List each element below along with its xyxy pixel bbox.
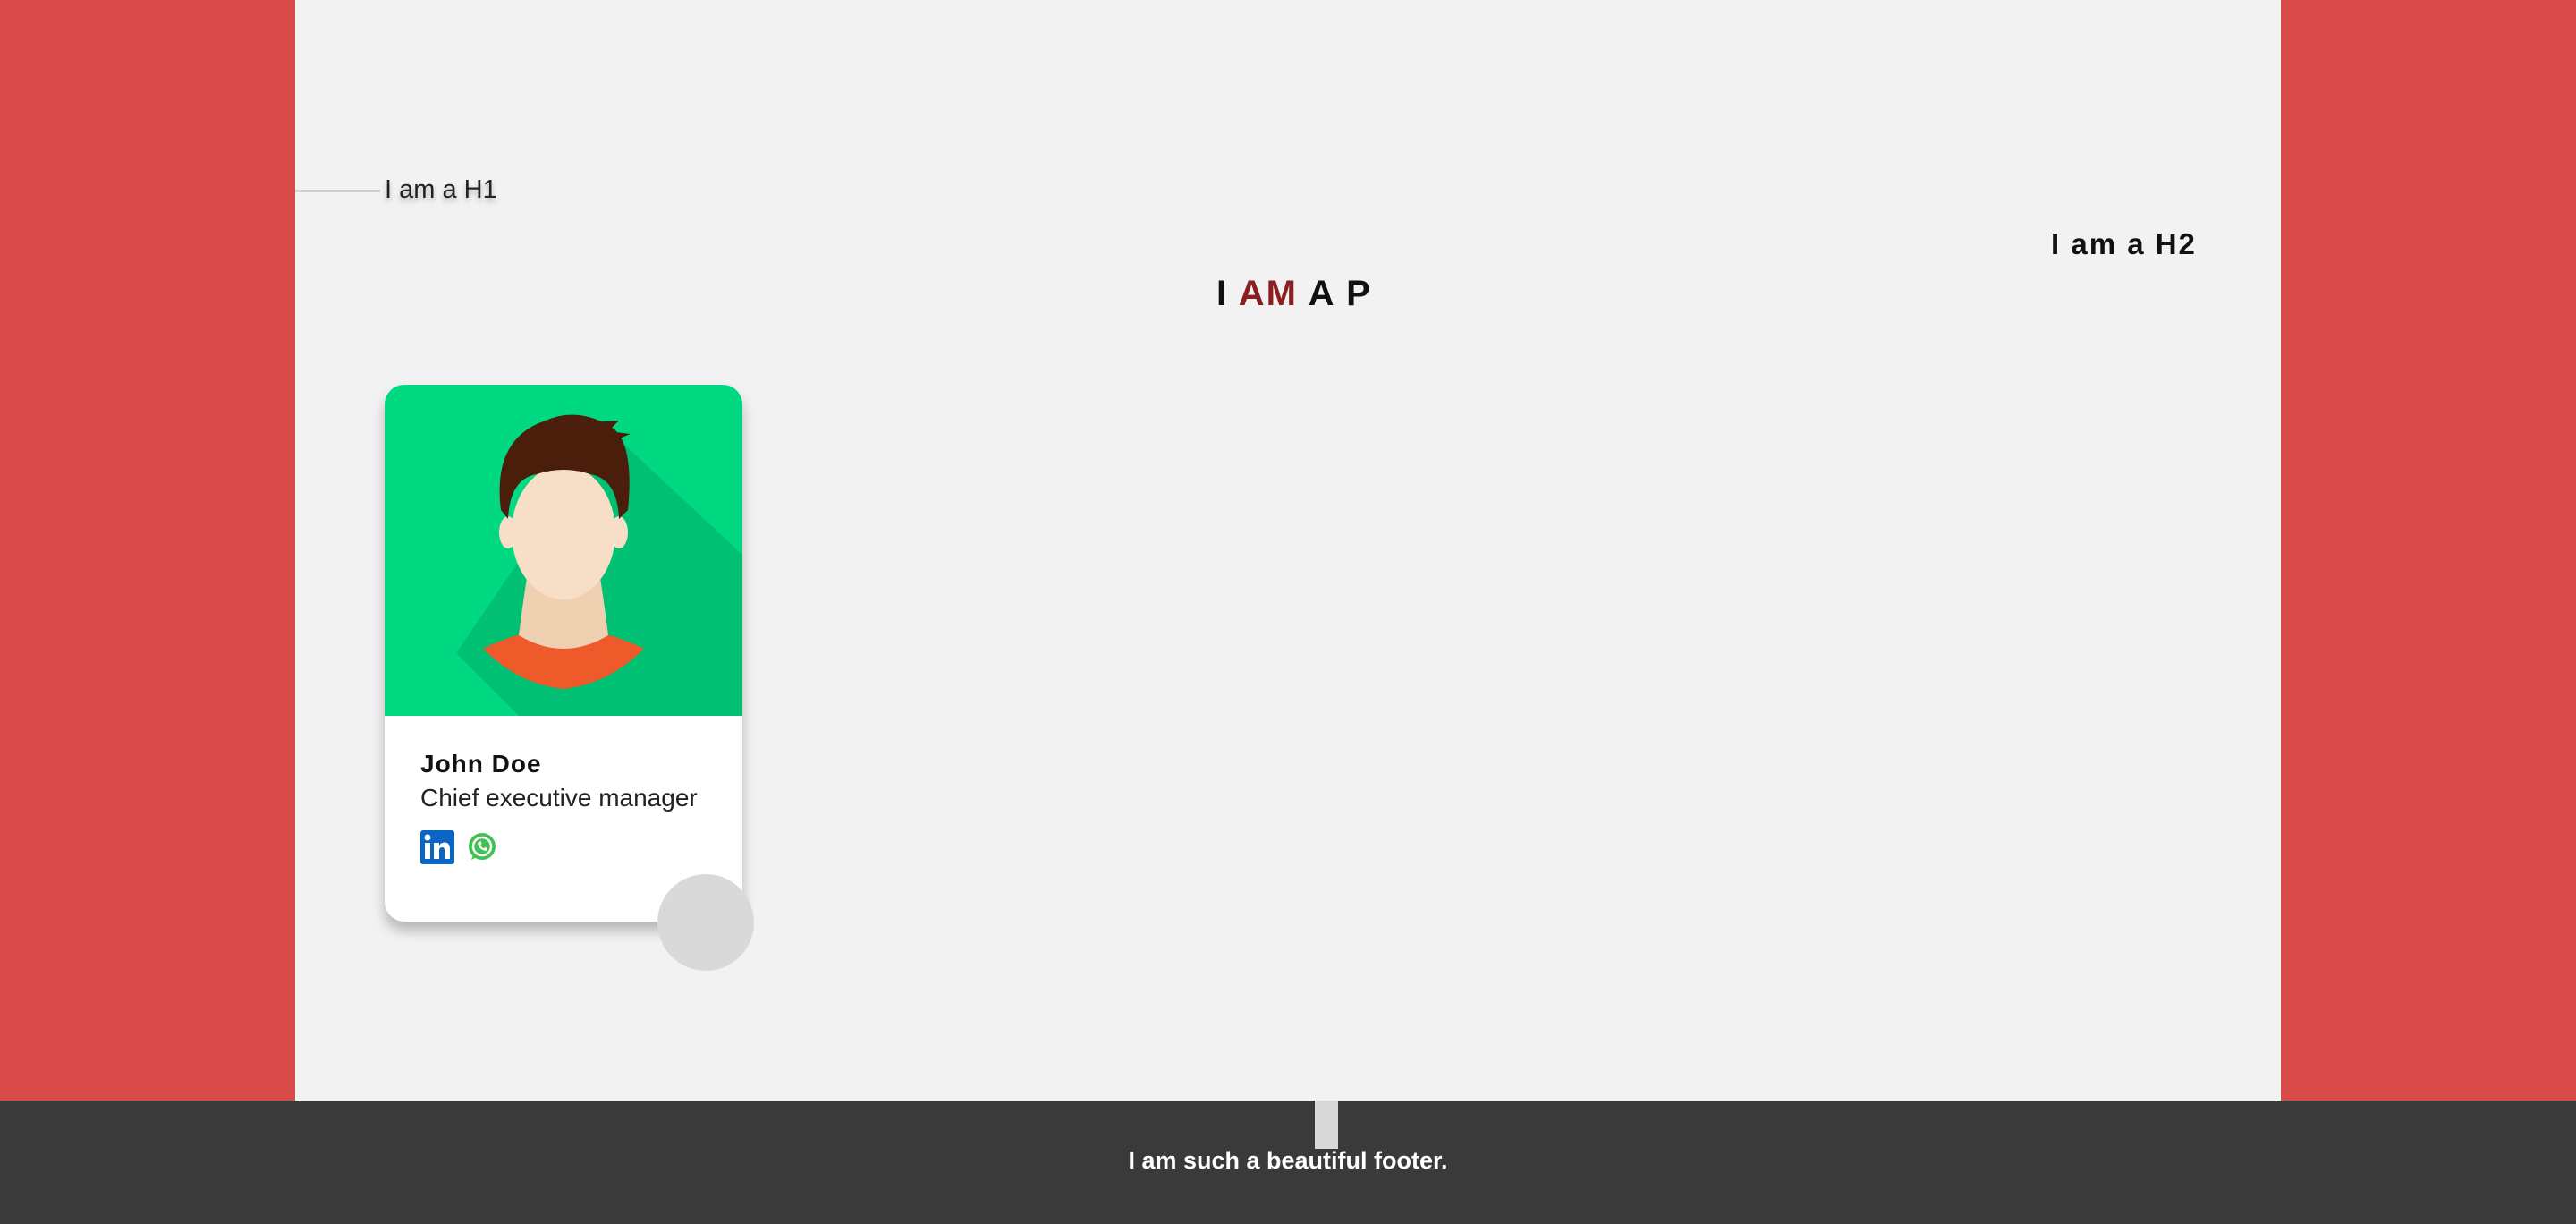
male-avatar-illustration [385, 385, 742, 716]
footer-tab-handle [1315, 1101, 1338, 1149]
whatsapp-icon[interactable] [465, 830, 499, 864]
card-name: John Doe [420, 750, 542, 778]
heading-h1: I am a H1 [385, 175, 497, 204]
floating-action-button[interactable] [657, 874, 754, 971]
heading-h2: I am a H2 [2051, 227, 2197, 260]
paragraph-accent: AM [1238, 274, 1298, 313]
linkedin-icon[interactable] [420, 830, 454, 864]
paragraph: I AM A P [1216, 274, 1372, 314]
footer: I am such a beautiful footer. [0, 1101, 2576, 1224]
footer-text: I am such a beautiful footer. [1128, 1147, 1448, 1174]
paragraph-prefix: I [1216, 274, 1239, 313]
heading-decoration-line [295, 190, 380, 192]
card-role: Chief executive manager [420, 784, 698, 812]
content-area: I am a H1 I am a H2 I AM A P John Doe Ch… [295, 0, 2281, 1101]
profile-card[interactable]: John Doe Chief executive manager [385, 385, 742, 922]
paragraph-suffix: A P [1297, 274, 1372, 313]
